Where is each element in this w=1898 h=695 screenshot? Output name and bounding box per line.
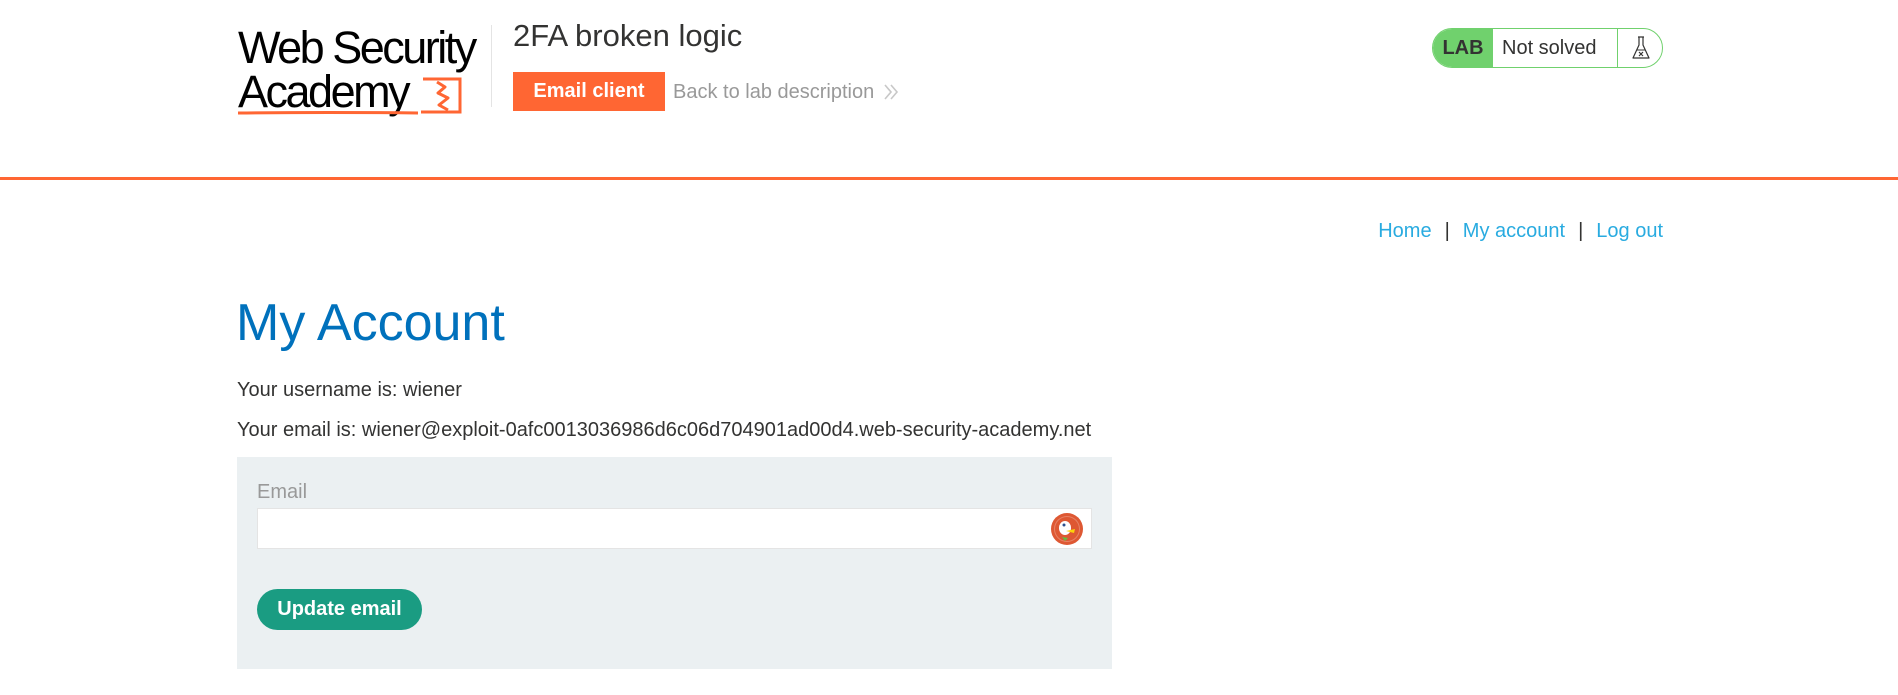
- email-client-button[interactable]: Email client: [513, 72, 665, 111]
- header-divider: [491, 25, 492, 107]
- lab-status-icon-box: [1617, 29, 1662, 67]
- nav-my-account-link[interactable]: My account: [1463, 220, 1565, 242]
- update-email-button[interactable]: Update email: [257, 589, 422, 630]
- top-navigation: Home | My account | Log out: [1378, 218, 1663, 244]
- nav-log-out-link[interactable]: Log out: [1596, 220, 1663, 242]
- lab-status-text: Not solved: [1502, 37, 1597, 59]
- nav-separator: |: [1578, 220, 1584, 242]
- email-field-label: Email: [257, 481, 308, 503]
- lab-tag: LAB: [1433, 29, 1493, 67]
- page-title: My Account: [236, 294, 505, 352]
- nav-home-link[interactable]: Home: [1378, 220, 1431, 242]
- flask-icon: [1632, 36, 1650, 59]
- lab-title: 2FA broken logic: [513, 18, 743, 53]
- change-email-form: Email Update email: [237, 457, 1112, 669]
- nav-separator: |: [1444, 220, 1450, 242]
- logo-mark-icon: [238, 77, 462, 115]
- back-to-lab-description-link[interactable]: Back to lab description: [673, 80, 874, 104]
- double-chevron-right-icon: [884, 84, 899, 100]
- lab-status-widget: LAB Not solved: [1432, 28, 1663, 68]
- web-security-academy-logo[interactable]: Web Security Academy: [238, 25, 492, 120]
- email-field[interactable]: [257, 508, 1092, 549]
- duckduckgo-icon[interactable]: [1050, 512, 1084, 546]
- site-header: Web Security Academy 2FA broken logic Em…: [0, 0, 1898, 180]
- email-info: Your email is: wiener@exploit-0afc001303…: [237, 419, 1092, 441]
- username-info: Your username is: wiener: [237, 379, 462, 401]
